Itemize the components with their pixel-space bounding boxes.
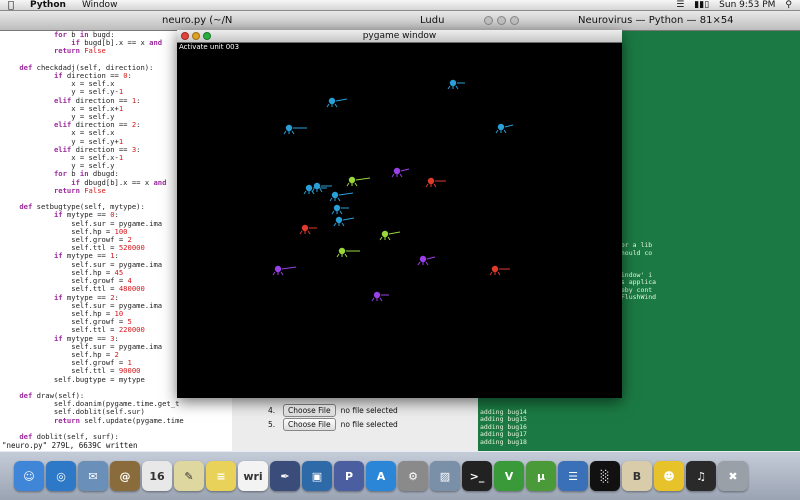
pygame-titlebar[interactable]: pygame window	[177, 30, 622, 43]
terminal-icon[interactable]: >_	[462, 461, 492, 491]
adium-icon[interactable]: ☻	[654, 461, 684, 491]
utorrent-icon[interactable]: µ	[526, 461, 556, 491]
bug-sprite[interactable]	[425, 177, 446, 188]
terminal-title: Neurovirus — Python — 81×54	[578, 15, 734, 26]
bug-sprite[interactable]	[346, 176, 371, 187]
bug-sprite[interactable]	[447, 79, 465, 90]
pygame-window[interactable]: pygame window Activate unit 003	[177, 30, 622, 398]
wri-icon[interactable]: wri	[238, 461, 268, 491]
bug-sprite[interactable]	[417, 255, 436, 266]
vim-statusline: "neuro.py" 279L, 6639C written	[0, 441, 232, 451]
game-status: Activate unit 003	[179, 43, 240, 51]
bug-sprite[interactable]	[333, 216, 355, 227]
safari-icon[interactable]: ◎	[46, 461, 76, 491]
browser-titlebar[interactable]: Ludu	[232, 11, 482, 31]
app-store-icon[interactable]: A	[366, 461, 396, 491]
bug-sprite[interactable]	[371, 291, 389, 302]
file-row-index: 5.	[268, 420, 276, 429]
traffic-lights	[484, 16, 519, 25]
bug-sprite[interactable]	[326, 97, 348, 108]
pygame-title: pygame window	[362, 31, 437, 41]
preview-photo-icon[interactable]: ▨	[430, 461, 460, 491]
clock[interactable]: Sun 9:53 PM	[719, 0, 775, 11]
minimize-icon[interactable]	[192, 32, 200, 40]
stickies-icon[interactable]: ≡	[206, 461, 236, 491]
bug-sprite[interactable]	[336, 247, 360, 258]
bug-sprite[interactable]	[311, 182, 332, 193]
file-row-index: 4.	[268, 406, 276, 415]
itunes-icon[interactable]: ♫	[686, 461, 716, 491]
finder-icon[interactable]: ☺	[14, 461, 44, 491]
minimize-icon[interactable]	[497, 16, 506, 25]
trash-icon[interactable]: ✖	[718, 461, 748, 491]
bug-sprite[interactable]	[329, 191, 354, 202]
pixel-app-icon[interactable]: ░	[590, 461, 620, 491]
pen-tool-icon[interactable]: ✒	[270, 461, 300, 491]
virtualbox-icon[interactable]: ▣	[302, 461, 332, 491]
dock: ☺ ◎ ✉ @16 ✎ ≡ wri ✒ ▣ P A ⚙ ▨ >_ Vµ ☰ ░ B ☻ ♫ ✖	[0, 451, 800, 500]
bug-field[interactable]	[177, 43, 622, 398]
bug-sprite[interactable]	[283, 124, 307, 135]
choose-file-button[interactable]: Choose File	[283, 418, 336, 431]
apple-icon[interactable]: 	[0, 0, 22, 11]
bug-sprite[interactable]	[299, 224, 317, 235]
close-icon[interactable]	[484, 16, 493, 25]
textedit-icon[interactable]: ✎	[174, 461, 204, 491]
mail-icon[interactable]: ✉	[78, 461, 108, 491]
file-status: no file selected	[340, 406, 398, 415]
preview-icon[interactable]: P	[334, 461, 364, 491]
bug-sprite[interactable]	[391, 167, 410, 178]
menubar-status: ☰ ▮▮▯ Sun 9:53 PM ⚲	[676, 0, 800, 11]
bug-sprite[interactable]	[495, 123, 514, 134]
terminal-bug-log: adding bug14 adding bug15 adding bug16 a…	[480, 408, 527, 446]
bug-sprite[interactable]	[331, 204, 349, 215]
notes-icon[interactable]: B	[622, 461, 652, 491]
menu-window[interactable]: Window	[74, 0, 126, 10]
spotlight-icon[interactable]: ⚲	[785, 0, 792, 11]
zoom-icon[interactable]	[203, 32, 211, 40]
vim-code[interactable]: for b in bugd: if bugd[b].x == x and ret…	[2, 30, 201, 451]
battery-icon[interactable]: ▮▮▯	[694, 0, 709, 11]
choose-file-button[interactable]: Choose File	[283, 404, 336, 417]
file-row: 4. Choose File no file selected	[268, 404, 398, 417]
terminal-titlebar[interactable]: Neurovirus — Python — 81×54	[478, 11, 800, 31]
menu-app[interactable]: Python	[22, 0, 74, 10]
file-row: 5. Choose File no file selected	[268, 418, 398, 431]
bug-sprite[interactable]	[272, 265, 297, 276]
file-status: no file selected	[340, 420, 398, 429]
menubar:  Python Window ☰ ▮▮▯ Sun 9:53 PM ⚲	[0, 0, 800, 11]
traffic-lights	[181, 32, 211, 40]
zoom-icon[interactable]	[510, 16, 519, 25]
calendar-icon[interactable]: 16	[142, 461, 172, 491]
macvim-icon[interactable]: V	[494, 461, 524, 491]
game-canvas[interactable]: Activate unit 003	[177, 43, 622, 398]
bug-sprite[interactable]	[489, 265, 510, 276]
address-book-icon[interactable]: @	[110, 461, 140, 491]
vim-titlebar[interactable]: neuro.py (~/Ne	[0, 11, 232, 31]
system-prefs-icon[interactable]: ⚙	[398, 461, 428, 491]
close-icon[interactable]	[181, 32, 189, 40]
bug-sprite[interactable]	[379, 230, 401, 241]
archive-icon[interactable]: ☰	[558, 461, 588, 491]
wifi-icon[interactable]: ☰	[676, 0, 684, 11]
